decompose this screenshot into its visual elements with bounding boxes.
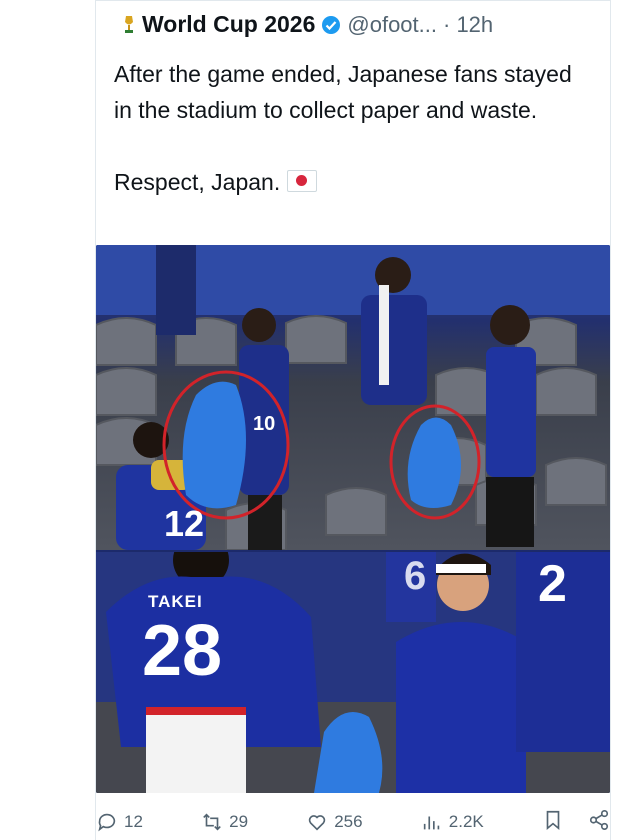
jersey-number-6: 6	[404, 554, 427, 598]
media-photo-top[interactable]: 10 12	[96, 245, 610, 550]
tweet-header: World Cup 2026 @ofoot... · 12h	[122, 11, 493, 38]
views-count: 2.2K	[448, 812, 484, 831]
bookmark-button[interactable]	[542, 809, 564, 836]
verified-badge-icon	[321, 15, 341, 35]
repost-count: 29	[229, 812, 249, 831]
jersey-number-10: 10	[253, 413, 276, 435]
bookmark-icon	[546, 810, 560, 830]
like-count: 256	[334, 812, 363, 831]
repost-icon	[203, 813, 221, 831]
tweet-body: After the game ended, Japanese fans stay…	[114, 61, 572, 195]
media-photo-bottom[interactable]: TAKEI 28 2 6	[96, 552, 610, 793]
share-icon	[589, 809, 609, 830]
tweet-text: After the game ended, Japanese fans stay…	[114, 56, 594, 200]
tweet-time[interactable]: · 12h	[443, 12, 493, 38]
secondary-actions	[542, 809, 610, 836]
reply-button[interactable]: 12	[96, 811, 143, 833]
jersey-name: TAKEI	[148, 592, 203, 611]
like-button[interactable]: 256	[306, 811, 363, 833]
jersey-number-12: 12	[164, 503, 205, 544]
author-handle[interactable]: @ofoot...	[347, 12, 437, 38]
heart-icon	[308, 815, 326, 831]
tweet-actions: 12 29 256 2.2K	[96, 805, 610, 839]
jersey-number-28: 28	[142, 611, 223, 691]
jersey-number-2: 2	[538, 555, 567, 613]
repost-button[interactable]: 29	[201, 811, 248, 833]
trophy-icon	[122, 14, 136, 36]
reply-count: 12	[124, 812, 143, 831]
author-name[interactable]: World Cup 2026	[142, 11, 315, 38]
views-icon	[423, 816, 440, 830]
tweet-media[interactable]: 10 12 TAKEI 28 2 6	[96, 245, 610, 793]
japan-flag-icon	[286, 170, 317, 192]
share-button[interactable]	[588, 809, 610, 836]
reply-icon	[98, 813, 116, 832]
views-button[interactable]: 2.2K	[421, 811, 484, 833]
